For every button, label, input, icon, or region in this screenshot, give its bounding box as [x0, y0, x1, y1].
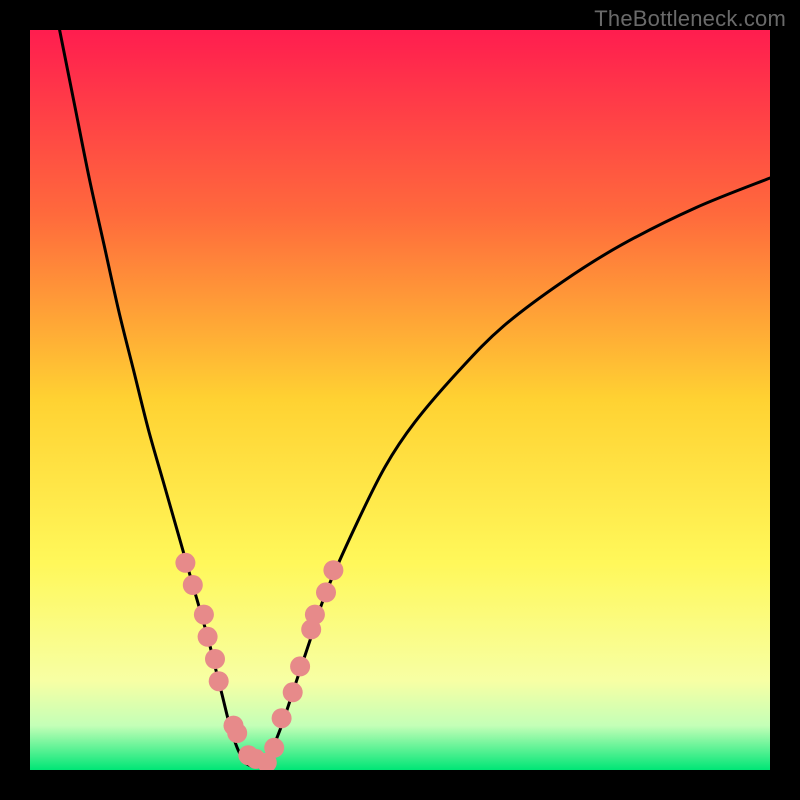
chart-frame: TheBottleneck.com	[0, 0, 800, 800]
marker-point	[183, 575, 203, 595]
marker-point	[264, 738, 284, 758]
series-right-curve	[267, 178, 770, 763]
marker-point	[194, 605, 214, 625]
marker-point	[316, 582, 336, 602]
curve-layer	[30, 30, 770, 770]
marker-point	[205, 649, 225, 669]
marker-point	[272, 708, 292, 728]
watermark-text: TheBottleneck.com	[594, 6, 786, 32]
marker-point	[323, 560, 343, 580]
marker-point	[175, 553, 195, 573]
marker-point	[290, 656, 310, 676]
marker-point	[305, 605, 325, 625]
marker-point	[283, 682, 303, 702]
marker-point	[227, 723, 247, 743]
marker-point	[198, 627, 218, 647]
marker-point	[209, 671, 229, 691]
plot-area	[30, 30, 770, 770]
